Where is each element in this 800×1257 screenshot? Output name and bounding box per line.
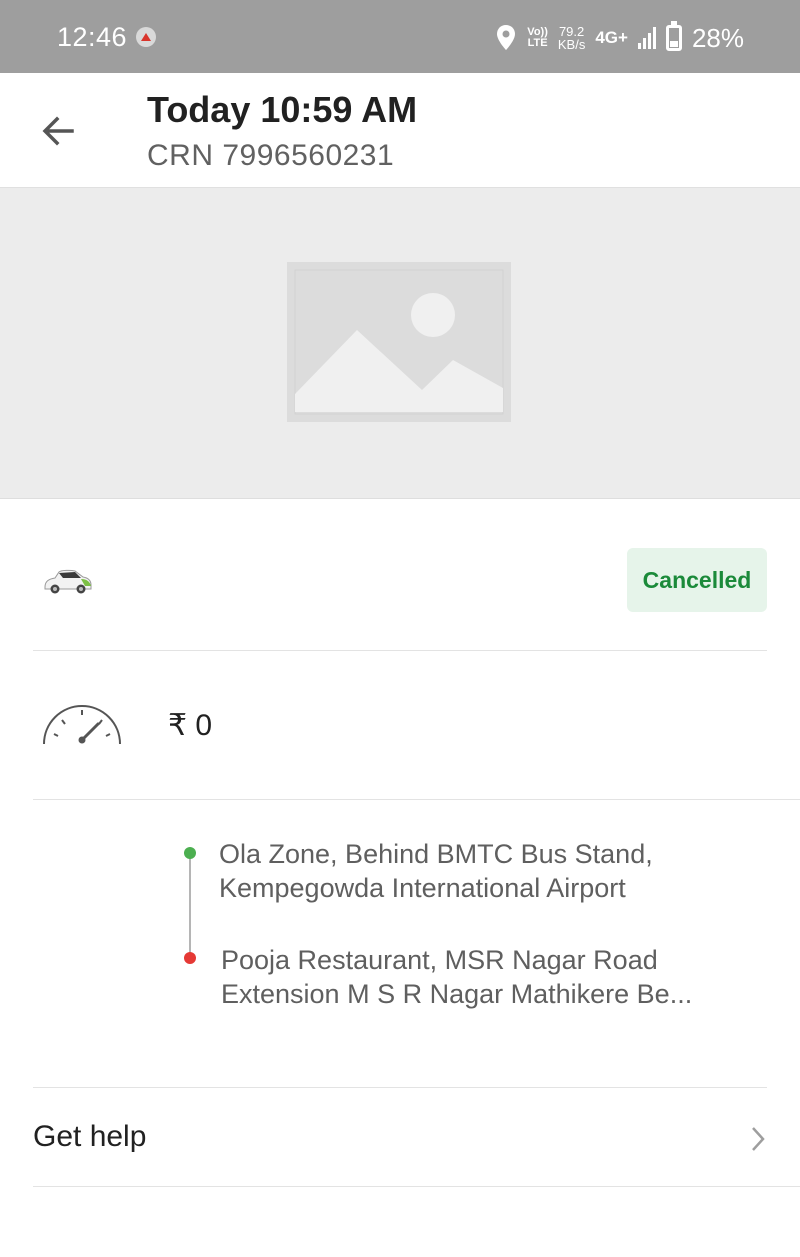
route-connector: [189, 856, 191, 956]
back-button[interactable]: [36, 109, 80, 153]
ride-time-title: Today 10:59 AM: [147, 89, 418, 130]
status-indicators: Vo)) LTE 79.2 KB/s 4G+ 28%: [495, 18, 744, 58]
pickup-address: Ola Zone, Behind BMTC Bus Stand, Kempego…: [219, 839, 653, 903]
get-help-label: Get help: [33, 1120, 147, 1153]
network-type: 4G+: [595, 28, 628, 47]
divider: [33, 1186, 800, 1187]
battery-icon: [665, 21, 682, 51]
image-placeholder-icon: [287, 262, 511, 422]
divider: [33, 799, 800, 800]
crn-number: CRN 7996560231: [147, 139, 395, 172]
app-notification-icon: [136, 27, 156, 47]
divider: [33, 650, 767, 651]
drop-dot-icon: [184, 952, 196, 964]
route-map: [0, 188, 800, 499]
car-icon: [44, 569, 92, 594]
pickup-dot-icon: [184, 847, 196, 859]
get-help-button[interactable]: Get help: [33, 1110, 767, 1170]
ride-status-badge: Cancelled: [627, 548, 767, 612]
signal-icon: [637, 27, 656, 49]
network-speed: 79.2 KB/s: [557, 24, 586, 52]
drop-address: Pooja Restaurant, MSR Nagar Road Extensi…: [221, 945, 693, 1009]
back-arrow-icon: [42, 116, 74, 146]
volte-indicator: Vo)) LTE: [527, 26, 548, 49]
battery-percent: 28%: [691, 22, 744, 53]
status-time: 12:46: [57, 22, 128, 52]
speedometer-icon: [43, 705, 121, 745]
fare-amount: ₹ 0: [168, 709, 213, 742]
ride-header: Today 10:59 AM CRN 7996560231: [0, 73, 800, 188]
status-bar: 12:46 Vo)) LTE 79.2 KB/s 4G+ 28%: [0, 0, 800, 73]
divider: [33, 1087, 767, 1088]
chevron-right-icon: [752, 1127, 765, 1151]
location-icon: [497, 25, 516, 50]
